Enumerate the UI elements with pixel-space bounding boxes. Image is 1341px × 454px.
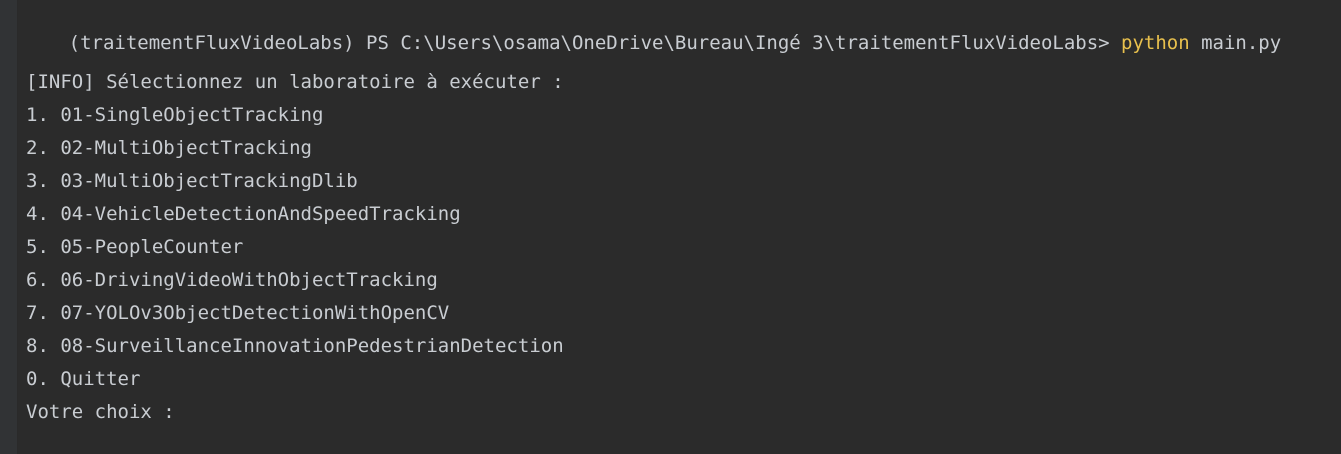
menu-item-6: 6. 06-DrivingVideoWithObjectTracking [26, 269, 438, 291]
menu-item-5: 5. 05-PeopleCounter [26, 236, 244, 258]
menu-item-3: 3. 03-MultiObjectTrackingDlib [26, 170, 358, 192]
menu-item-4: 4. 04-VehicleDetectionAndSpeedTracking [26, 203, 461, 225]
menu-item-2: 2. 02-MultiObjectTracking [26, 137, 312, 159]
command-program: python [1121, 32, 1190, 54]
terminal-window: (traitementFluxVideoLabs) PS C:\Users\os… [0, 0, 1341, 454]
shell-prompt: (traitementFluxVideoLabs) PS C:\Users\os… [68, 32, 1122, 54]
menu-item-1: 1. 01-SingleObjectTracking [26, 104, 324, 126]
menu-item-7: 7. 07-YOLOv3ObjectDetectionWithOpenCV [26, 302, 450, 324]
menu-item-8: 8. 08-SurveillanceInnovationPedestrianDe… [26, 335, 564, 357]
menu-item-quit: 0. Quitter [26, 368, 141, 390]
command-line: (traitementFluxVideoLabs) PS C:\Users\os… [0, 4, 1282, 54]
command-args: main.py [1189, 32, 1282, 54]
info-line: [INFO] Sélectionnez un laboratoire à exé… [26, 71, 564, 93]
input-prompt[interactable]: Votre choix : [26, 399, 186, 425]
terminal-output[interactable]: (traitementFluxVideoLabs) PS C:\Users\os… [26, 0, 1341, 454]
